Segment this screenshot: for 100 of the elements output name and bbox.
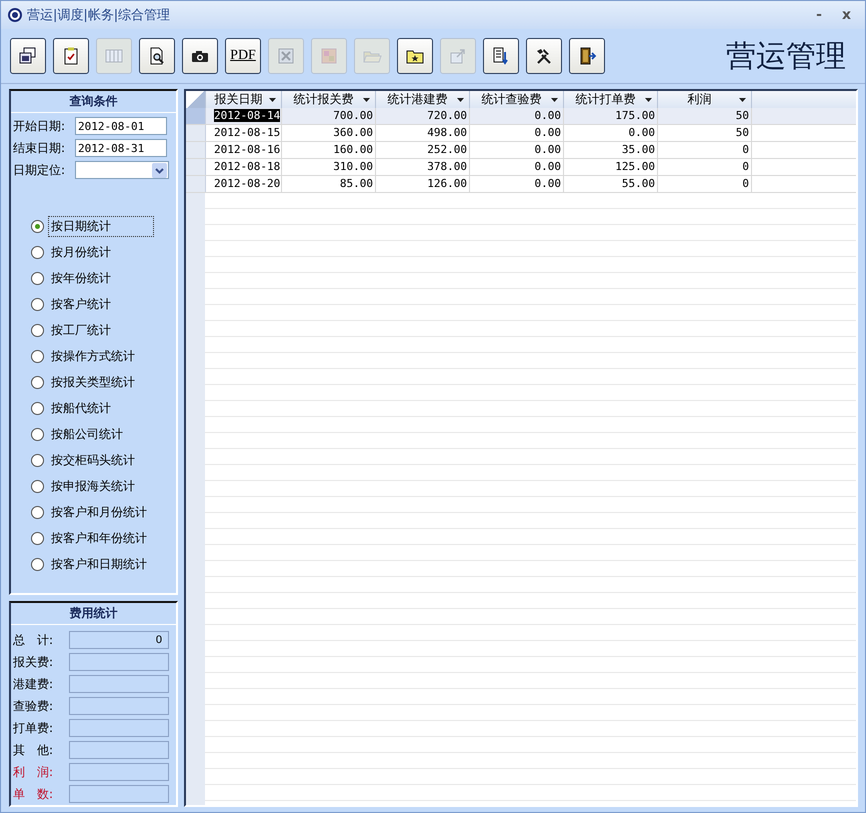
table-cell: 2012-08-20	[206, 176, 282, 192]
windows-icon	[18, 46, 38, 66]
fee-field[interactable]	[69, 741, 169, 759]
sort-arrow-icon	[457, 98, 464, 102]
radio-option[interactable]: 按船代统计	[31, 395, 176, 421]
table-cell: 0.00	[470, 159, 564, 175]
table-cell: 55.00	[564, 176, 658, 192]
tools-button[interactable]	[526, 38, 562, 74]
table-cell: 310.00	[282, 159, 376, 175]
fee-field[interactable]	[69, 763, 169, 781]
table-cell: 125.00	[564, 159, 658, 175]
table-cell: 498.00	[376, 125, 470, 141]
radio-button[interactable]	[31, 428, 44, 440]
fee-label: 打单费:	[13, 720, 54, 736]
fee-label: 其 他:	[13, 742, 54, 758]
date-field[interactable]: 2012-08-31	[75, 139, 167, 157]
fee-field[interactable]: 0	[69, 631, 169, 649]
table-cell: 0	[658, 142, 752, 158]
radio-option[interactable]: 按客户和日期统计	[31, 551, 176, 577]
table-cell: 2012-08-15	[206, 125, 282, 141]
radio-button[interactable]	[31, 402, 44, 414]
table-cell: 126.00	[376, 176, 470, 192]
field-label: 结束日期:	[13, 140, 66, 156]
brand-title: 营运管理	[726, 38, 847, 76]
panel-title: 查询条件	[11, 91, 176, 113]
star-button[interactable]	[397, 38, 433, 74]
sort-arrow-icon	[363, 98, 370, 102]
table-cell: 0.00	[470, 125, 564, 141]
radio-button[interactable]	[31, 506, 44, 518]
minimize-button[interactable]: -	[808, 7, 830, 23]
exit-button[interactable]	[569, 38, 605, 74]
table-cell: 0	[658, 176, 752, 192]
radio-button[interactable]	[31, 480, 44, 492]
sort-arrow-icon	[645, 98, 652, 102]
close-button[interactable]: x	[834, 7, 859, 23]
table-cell: 2012-08-18	[206, 159, 282, 175]
table-cell: 2012-08-16	[206, 142, 282, 158]
date-field[interactable]: 2012-08-01	[75, 117, 167, 135]
preview-button[interactable]	[139, 38, 175, 74]
table-cell: 35.00	[564, 142, 658, 158]
sort-arrow-icon	[551, 98, 558, 102]
fee-field[interactable]	[69, 785, 169, 803]
fee-label: 港建费:	[13, 676, 54, 692]
radio-button[interactable]	[31, 350, 44, 362]
fee-field[interactable]	[69, 675, 169, 693]
fee-label: 查验费:	[13, 698, 54, 714]
radio-option[interactable]: 按客户统计	[31, 291, 176, 317]
radio-option[interactable]: 按操作方式统计	[31, 343, 176, 369]
fee-label: 利 润:	[13, 764, 54, 780]
radio-option[interactable]: 按年份统计	[31, 265, 176, 291]
radio-option[interactable]: 按申报海关统计	[31, 473, 176, 499]
panel-title: 费用统计	[11, 603, 176, 625]
radio-button[interactable]	[31, 220, 44, 232]
windows-button[interactable]	[10, 38, 46, 74]
table-cell: 160.00	[282, 142, 376, 158]
pdf-button[interactable]: PDF	[225, 38, 261, 74]
app-icon	[7, 7, 23, 23]
radio-button[interactable]	[31, 532, 44, 544]
table-cell: 0.00	[564, 125, 658, 141]
radio-button[interactable]	[31, 376, 44, 388]
table-cell: 50	[658, 125, 752, 141]
camera-button[interactable]	[182, 38, 218, 74]
clipboard-button[interactable]	[53, 38, 89, 74]
table-cell: 0.00	[470, 108, 564, 124]
radio-button[interactable]	[31, 272, 44, 284]
radio-option[interactable]: 按船公司统计	[31, 421, 176, 447]
table-cell: 175.00	[564, 108, 658, 124]
fee-field[interactable]	[69, 653, 169, 671]
table-cell: 700.00	[282, 108, 376, 124]
radio-option[interactable]: 按交柜码头统计	[31, 447, 176, 473]
table-cell: 720.00	[376, 108, 470, 124]
fee-field[interactable]	[69, 697, 169, 715]
radio-button[interactable]	[31, 324, 44, 336]
radio-button[interactable]	[31, 246, 44, 258]
table-cell: 378.00	[376, 159, 470, 175]
image-icon	[319, 46, 339, 66]
radio-option[interactable]: 按客户和年份统计	[31, 525, 176, 551]
window-title: 营运|调度|帐务|综合管理	[27, 7, 172, 24]
field-label: 开始日期:	[13, 118, 66, 134]
fee-field[interactable]	[69, 719, 169, 737]
radio-button[interactable]	[31, 558, 44, 570]
table-cell: 50	[658, 108, 752, 124]
table-cell: 0.00	[470, 142, 564, 158]
fee-label: 单 数:	[13, 786, 54, 802]
fee-label: 总 计:	[13, 632, 54, 648]
radio-option[interactable]: 按报关类型统计	[31, 369, 176, 395]
radio-option[interactable]: 按工厂统计	[31, 317, 176, 343]
date-dropdown[interactable]	[75, 161, 169, 179]
field-label: 日期定位:	[13, 162, 66, 178]
radio-button[interactable]	[31, 454, 44, 466]
radio-button[interactable]	[31, 298, 44, 310]
radio-option[interactable]: 按客户和月份统计	[31, 499, 176, 525]
fee-label: 报关费:	[13, 654, 54, 670]
radio-option[interactable]: 按月份统计	[31, 239, 176, 265]
sort-arrow-icon	[739, 98, 746, 102]
table-cell: 252.00	[376, 142, 470, 158]
table-cell: 85.00	[282, 176, 376, 192]
table-cell: 360.00	[282, 125, 376, 141]
table-cell: 0	[658, 159, 752, 175]
table-cell: 0.00	[470, 176, 564, 192]
